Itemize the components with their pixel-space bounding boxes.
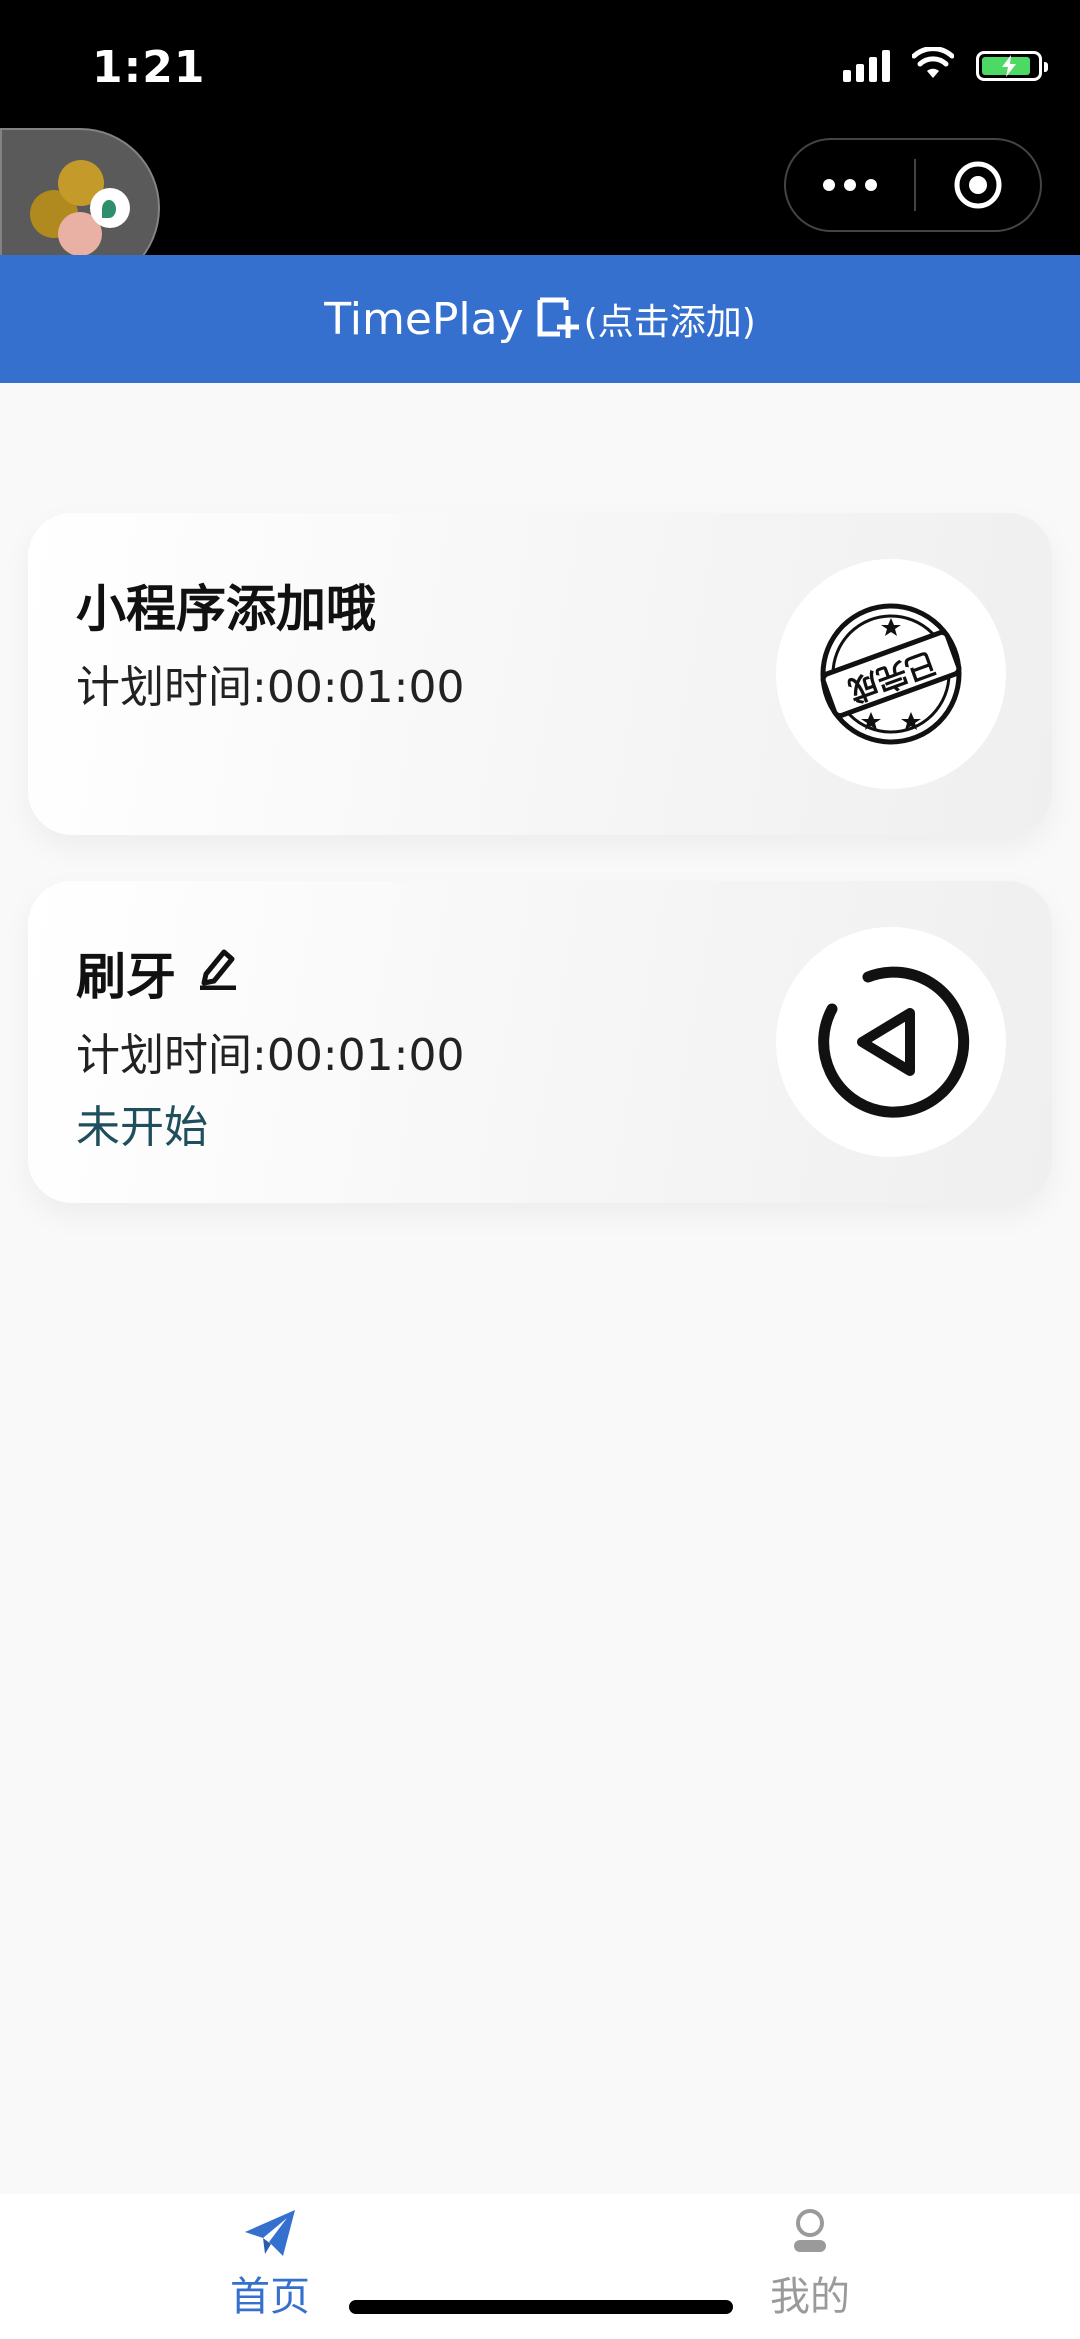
play-icon (818, 966, 970, 1118)
task-action-button[interactable]: 已完成 (776, 559, 1006, 789)
task-title: 小程序添加哦 (76, 580, 376, 638)
task-status: 未开始 (76, 1102, 208, 1153)
home-indicator (349, 2300, 733, 2314)
screen: 1:21 TimePlay (点击添加) 小程序添加哦 计划时间:00:01:0… (0, 0, 1080, 2339)
title-bar: TimePlay (点击添加) (0, 255, 1080, 383)
app-title: TimePlay (324, 293, 524, 345)
status-icons (843, 46, 1048, 86)
task-card[interactable]: 小程序添加哦 计划时间:00:01:00 已完成 (28, 513, 1052, 835)
task-plan-time: 计划时间:00:01:00 (76, 662, 465, 713)
task-card[interactable]: 刷牙 计划时间:00:01:00 未开始 (28, 881, 1052, 1203)
target-icon (954, 161, 1002, 209)
add-hint[interactable]: (点击添加) (584, 293, 756, 345)
completed-stamp-icon: 已完成 (820, 603, 962, 745)
task-plan-time: 计划时间:00:01:00 (76, 1030, 465, 1081)
battery-icon (976, 51, 1048, 81)
tab-me[interactable]: 我的 (710, 2208, 910, 2322)
miniprogram-capsule (784, 138, 1042, 232)
task-title: 刷牙 (76, 937, 240, 1009)
tab-home[interactable]: 首页 (170, 2208, 370, 2322)
status-bar: 1:21 (0, 0, 1080, 288)
more-button[interactable] (786, 179, 914, 191)
edit-icon[interactable] (196, 944, 240, 1002)
tab-bar: 首页 我的 (0, 2194, 1080, 2339)
status-time: 1:21 (92, 42, 206, 93)
tab-label: 我的 (770, 2274, 850, 2320)
close-target-button[interactable] (916, 159, 1040, 211)
task-action-button[interactable] (776, 927, 1006, 1157)
wifi-icon (911, 46, 955, 85)
signal-icon (843, 50, 890, 82)
tab-label: 首页 (230, 2274, 310, 2320)
user-icon (794, 2209, 826, 2252)
add-task-icon[interactable] (536, 294, 582, 344)
paper-plane-icon (245, 2210, 295, 2256)
